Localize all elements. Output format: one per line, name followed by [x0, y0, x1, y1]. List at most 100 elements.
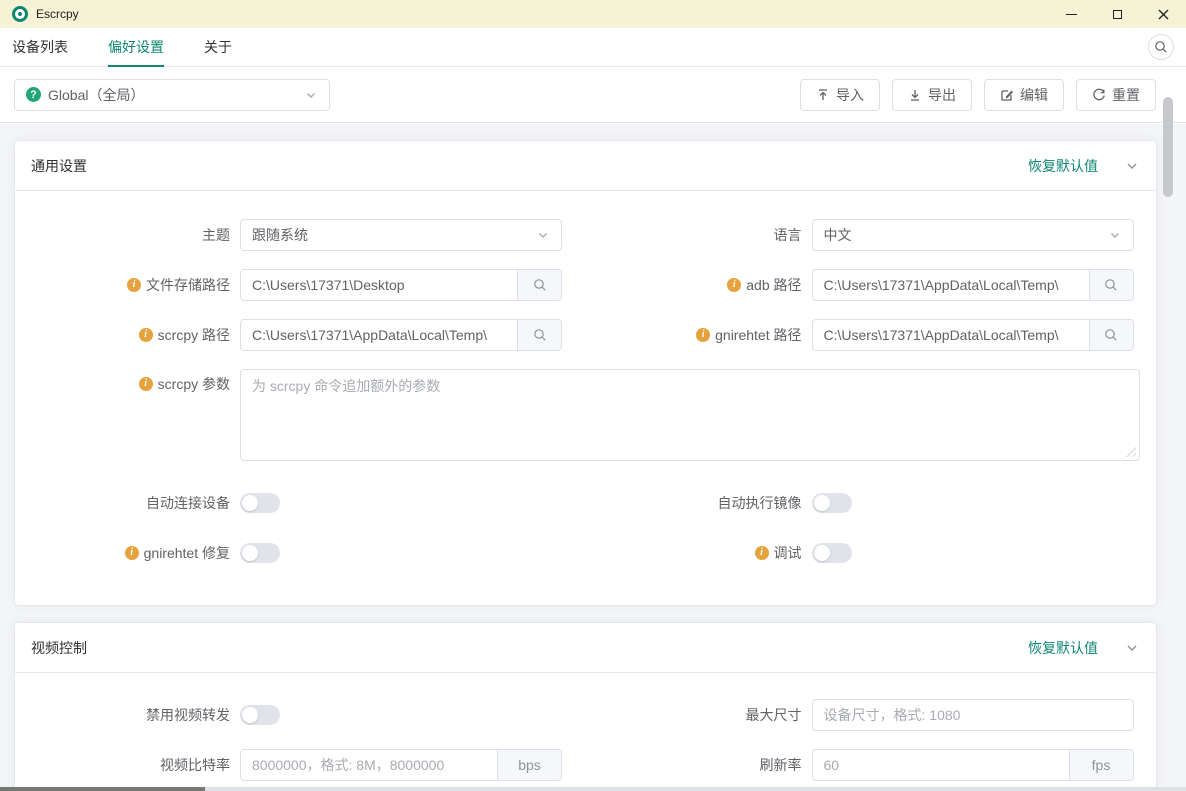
theme-select[interactable]: 跟随系统: [240, 219, 562, 251]
video-bitrate-input-group: bps: [240, 749, 562, 781]
gnirehtet-path-field: i gnirehtet 路径: [603, 319, 1141, 351]
general-settings-header: 通用设置 恢复默认值: [15, 141, 1156, 191]
desktop-sliver: [0, 787, 205, 791]
language-select-value: 中文: [824, 225, 1108, 245]
search-icon: [533, 328, 547, 342]
question-icon: ?: [26, 87, 41, 102]
export-button-label: 导出: [928, 85, 956, 105]
info-icon: i: [727, 278, 741, 292]
section-title: 视频控制: [31, 638, 87, 658]
adb-path-input[interactable]: [813, 270, 1089, 300]
auto-connect-field: 自动连接设备: [31, 487, 569, 519]
reset-button[interactable]: 重置: [1076, 79, 1156, 111]
video-bitrate-field: 视频比特率 bps: [31, 749, 569, 781]
search-icon: [1154, 40, 1168, 54]
theme-label: 主题: [31, 227, 240, 244]
tab-about[interactable]: 关于: [204, 28, 232, 66]
gnirehtet-path-browse-button[interactable]: [1089, 320, 1133, 350]
scrcpy-path-label: i scrcpy 路径: [31, 327, 240, 344]
restore-defaults-link[interactable]: 恢复默认值: [1028, 638, 1098, 658]
refresh-unit-label: fps: [1069, 750, 1133, 780]
edit-button-label: 编辑: [1020, 85, 1048, 105]
scrcpy-args-textarea[interactable]: [241, 370, 1139, 460]
gnirehtet-path-input[interactable]: [813, 320, 1089, 350]
vertical-scrollbar[interactable]: [1163, 97, 1173, 197]
settings-scroll-area[interactable]: 通用设置 恢复默认值 主题 跟随系统: [0, 124, 1186, 787]
adb-path-browse-button[interactable]: [1089, 270, 1133, 300]
collapse-section-button[interactable]: [1124, 158, 1140, 174]
gnirehtet-fix-toggle[interactable]: [240, 543, 280, 563]
gnirehtet-fix-label: i gnirehtet 修复: [31, 545, 240, 562]
info-icon: i: [696, 328, 710, 342]
max-size-label: 最大尺寸: [603, 707, 812, 724]
debug-toggle[interactable]: [812, 543, 852, 563]
max-size-input-group: [812, 699, 1134, 731]
reset-button-label: 重置: [1112, 85, 1140, 105]
scrcpy-path-field: i scrcpy 路径: [31, 319, 569, 351]
gnirehtet-path-label: i gnirehtet 路径: [603, 327, 812, 344]
scrcpy-args-field: i scrcpy 参数: [31, 369, 1140, 461]
search-icon: [1104, 328, 1118, 342]
adb-path-input-group: [812, 269, 1134, 301]
auto-mirror-field: 自动执行镜像: [603, 487, 1141, 519]
edit-button[interactable]: 编辑: [984, 79, 1064, 111]
scrcpy-path-input-group: [240, 319, 562, 351]
scope-select-value: Global（全局）: [48, 85, 297, 105]
toggle-knob: [242, 545, 258, 561]
app-title: Escrcpy: [36, 7, 79, 21]
refresh-rate-input[interactable]: [813, 750, 1069, 780]
toolbar-buttons: 导入 导出 编辑 重置: [800, 79, 1156, 111]
adb-path-label: i adb 路径: [603, 277, 812, 294]
max-size-field: 最大尺寸: [603, 699, 1141, 731]
upload-icon: [816, 88, 830, 102]
import-button-label: 导入: [836, 85, 864, 105]
theme-field: 主题 跟随系统: [31, 219, 569, 251]
search-button[interactable]: [1148, 34, 1174, 60]
file-path-input-group: [240, 269, 562, 301]
file-path-input[interactable]: [241, 270, 517, 300]
export-button[interactable]: 导出: [892, 79, 972, 111]
download-icon: [908, 88, 922, 102]
auto-mirror-toggle[interactable]: [812, 493, 852, 513]
app-logo-icon: [12, 6, 28, 22]
disable-video-forward-label: 禁用视频转发: [31, 707, 240, 724]
scrcpy-args-input-wrap: [240, 369, 1140, 461]
info-icon: i: [125, 546, 139, 560]
minimize-button[interactable]: [1048, 0, 1094, 28]
general-settings-card: 通用设置 恢复默认值 主题 跟随系统: [14, 140, 1157, 606]
auto-mirror-label: 自动执行镜像: [603, 495, 812, 512]
max-size-input[interactable]: [813, 700, 1133, 730]
video-bitrate-input[interactable]: [241, 750, 497, 780]
collapse-section-button[interactable]: [1124, 640, 1140, 656]
toggle-knob: [242, 495, 258, 511]
chevron-down-icon: [1124, 158, 1140, 174]
bitrate-unit-label: bps: [497, 750, 561, 780]
tab-preferences[interactable]: 偏好设置: [108, 28, 164, 66]
scrcpy-path-input[interactable]: [241, 320, 517, 350]
tab-preferences-label: 偏好设置: [108, 37, 164, 57]
tab-device-list[interactable]: 设备列表: [12, 28, 68, 66]
file-path-browse-button[interactable]: [517, 270, 561, 300]
scrcpy-path-browse-button[interactable]: [517, 320, 561, 350]
restore-defaults-link[interactable]: 恢复默认值: [1028, 156, 1098, 176]
adb-path-field: i adb 路径: [603, 269, 1141, 301]
close-button[interactable]: [1140, 0, 1186, 28]
language-select[interactable]: 中文: [812, 219, 1134, 251]
refresh-rate-input-group: fps: [812, 749, 1134, 781]
tab-bar: 设备列表 偏好设置 关于: [0, 28, 1186, 67]
chevron-down-icon: [536, 228, 550, 242]
info-icon: i: [127, 278, 141, 292]
auto-connect-toggle[interactable]: [240, 493, 280, 513]
search-icon: [1104, 278, 1118, 292]
scope-select[interactable]: ? Global（全局）: [14, 79, 330, 111]
chevron-down-icon: [1108, 228, 1122, 242]
refresh-icon: [1092, 88, 1106, 102]
search-icon: [533, 278, 547, 292]
import-button[interactable]: 导入: [800, 79, 880, 111]
maximize-button[interactable]: [1094, 0, 1140, 28]
chevron-down-icon: [1124, 640, 1140, 656]
debug-label: i 调试: [603, 545, 812, 562]
video-control-body: 禁用视频转发 最大尺寸 视频比特率: [15, 673, 1156, 787]
disable-video-forward-toggle[interactable]: [240, 705, 280, 725]
chevron-down-icon: [304, 88, 318, 102]
